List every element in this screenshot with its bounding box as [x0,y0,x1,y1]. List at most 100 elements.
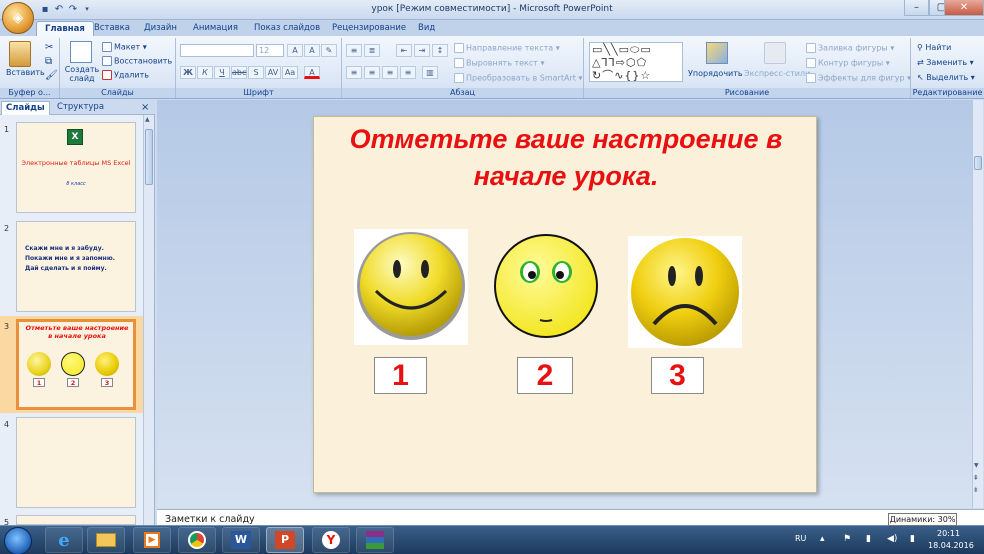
bullets-icon[interactable]: ≡ [346,44,362,57]
slide-thumbnail-5[interactable] [16,515,136,525]
redo-icon[interactable]: ↷ [66,3,80,16]
find-button[interactable]: ⚲ Найти [917,43,951,52]
replace-button[interactable]: ⇄ Заменить ▾ [917,58,974,67]
italic-icon[interactable]: К [197,66,213,79]
tab-slideshow[interactable]: Показ слайдов [246,21,328,36]
slide-canvas[interactable]: Отметьте ваше настроение в начале урока. [313,116,817,493]
select-button[interactable]: ↖ Выделить ▾ [917,73,975,82]
align-text-button[interactable]: Выровнять текст ▾ [454,58,545,68]
new-slide-button[interactable]: Создать слайд [64,65,100,83]
font-name-field[interactable] [180,44,254,57]
office-button[interactable]: ◈ [2,2,34,34]
scroll-down-icon[interactable]: ▼ [974,462,979,469]
arrange-button[interactable]: Упорядочить [688,69,743,78]
cut-icon[interactable]: ✂ [45,42,53,53]
tab-insert[interactable]: Вставка [86,21,138,36]
arrange-icon[interactable] [706,42,728,64]
taskbar-powerpoint-button[interactable]: P [266,527,304,553]
grow-font-icon[interactable]: A [287,44,303,57]
align-right-icon[interactable]: ≡ [382,66,398,79]
smiley-happy-image[interactable] [354,229,468,345]
language-indicator[interactable]: RU [795,534,806,543]
pane-scroll-thumb[interactable] [145,129,153,185]
quick-styles-button[interactable]: Экспресс-стили [744,69,810,78]
number-box-3[interactable]: 3 [651,357,704,394]
numbering-icon[interactable]: ≣ [364,44,380,57]
pane-scrollbar[interactable]: ▲ [143,115,154,525]
clock-date[interactable]: 18.04.2016 [928,541,974,550]
tab-review[interactable]: Рецензирование [324,21,414,36]
reset-button[interactable]: Восстановить [102,56,172,66]
network-icon[interactable]: ▮ [866,534,871,544]
justify-icon[interactable]: ≡ [400,66,416,79]
shape-effects-button[interactable]: Эффекты для фигур ▾ [806,73,911,83]
taskbar-word-button[interactable]: W [222,527,260,553]
align-left-icon[interactable]: ≡ [346,66,362,79]
underline-icon[interactable]: Ч [214,66,230,79]
new-slide-icon[interactable] [70,41,92,63]
tab-design[interactable]: Дизайн [136,21,185,36]
line-spacing-icon[interactable]: ↕ [432,44,448,57]
flag-icon[interactable]: ⚑ [843,534,851,544]
clear-format-icon[interactable]: ✎ [321,44,337,57]
quick-styles-icon[interactable] [764,42,786,64]
pane-close-icon[interactable]: × [141,102,149,113]
clock-time[interactable]: 20:11 [937,529,960,538]
paste-icon[interactable] [9,41,31,67]
strikethrough-icon[interactable]: abc [231,66,247,79]
text-direction-button[interactable]: Направление текста ▾ [454,43,560,53]
save-icon[interactable]: ▪ [38,3,52,16]
shrink-font-icon[interactable]: A [304,44,320,57]
layout-button[interactable]: Макет ▾ [102,42,147,52]
paste-button[interactable]: Вставить [6,68,45,77]
tab-view[interactable]: Вид [410,21,443,36]
editor-scrollbar[interactable]: ▼ ⇞ ⇟ [972,100,983,508]
smiley-sad-image[interactable] [628,236,742,348]
decrease-indent-icon[interactable]: ⇤ [396,44,412,57]
shape-fill-button[interactable]: Заливка фигуры ▾ [806,43,894,53]
slide-title[interactable]: Отметьте ваше настроение в начале урока. [314,121,818,195]
bold-icon[interactable]: Ж [180,66,196,79]
power-icon[interactable]: ▮ [910,534,915,544]
next-slide-icon[interactable]: ⇟ [973,486,979,494]
close-button[interactable]: ✕ [944,0,984,16]
shape-outline-button[interactable]: Контур фигуры ▾ [806,58,890,68]
taskbar-chrome-button[interactable] [178,527,216,553]
scroll-up-icon[interactable]: ▲ [145,116,150,123]
slide-thumbnail-3[interactable]: Отметьте ваше настроение в начале урока … [16,319,136,410]
start-button[interactable] [4,527,32,554]
spacing-icon[interactable]: AV [265,66,281,79]
tab-outline[interactable]: Структура [53,101,108,115]
editor-scroll-thumb[interactable] [974,156,982,170]
change-case-icon[interactable]: Aa [282,66,298,79]
delete-slide-button[interactable]: Удалить [102,70,149,80]
undo-icon[interactable]: ↶ [52,3,66,16]
tab-slides[interactable]: Слайды [1,101,50,115]
slide-thumbnail-2[interactable]: Скажи мне и я забуду. Покажи мне и я зап… [16,221,136,312]
format-painter-icon[interactable]: 🖌 [45,70,58,81]
taskbar-yandex-button[interactable]: Y [312,527,350,553]
minimize-button[interactable]: – [904,0,929,16]
font-color-icon[interactable]: A [304,66,320,79]
slide-thumbnail-4[interactable] [16,417,136,508]
taskbar-media-button[interactable]: ▶ [133,527,171,553]
slide-thumbnail-1[interactable]: X Электронные таблицы MS Excel 8 класс [16,122,136,213]
smartart-button[interactable]: Преобразовать в SmartArt ▾ [454,73,582,83]
taskbar-winrar-button[interactable] [356,527,394,553]
copy-icon[interactable]: ⧉ [45,56,52,67]
columns-icon[interactable]: ▥ [422,66,438,79]
increase-indent-icon[interactable]: ⇥ [414,44,430,57]
speaker-icon[interactable]: ◀) [887,534,897,544]
tab-animation[interactable]: Анимация [185,21,246,36]
number-box-2[interactable]: 2 [517,357,573,394]
prev-slide-icon[interactable]: ⇞ [973,474,979,482]
shapes-gallery[interactable]: ▭╲╲▭⬭▭ △⅂⅂⇨⬡⬠ ↻⌒∿{}☆ [589,42,683,82]
taskbar-ie-button[interactable]: e [45,527,83,553]
smiley-neutral-image[interactable] [492,232,600,340]
tray-expand-icon[interactable]: ▴ [820,534,825,544]
font-size-field[interactable]: 12 [256,44,284,57]
number-box-1[interactable]: 1 [374,357,427,394]
notes-pane[interactable]: Заметки к слайду [157,509,984,525]
taskbar-explorer-button[interactable] [87,527,125,553]
qat-dropdown-icon[interactable]: ▾ [80,3,94,16]
